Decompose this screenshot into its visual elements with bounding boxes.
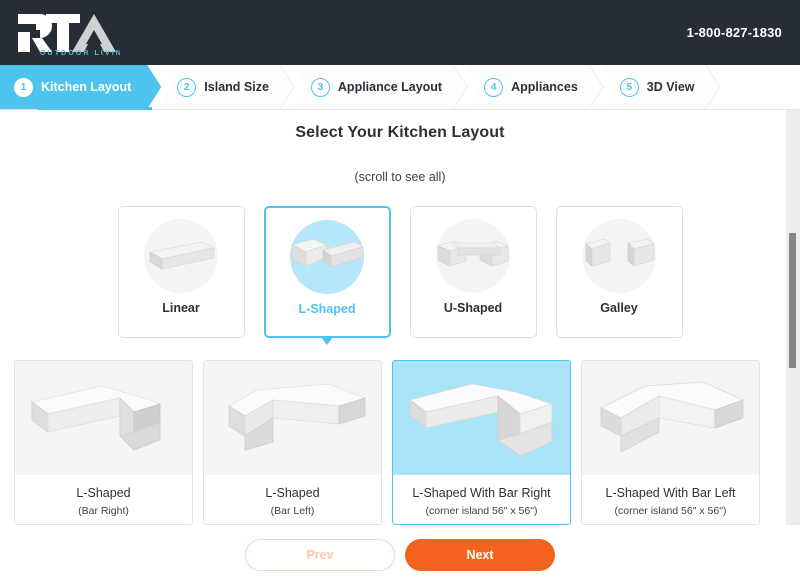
variant-thumbnail: [393, 361, 570, 475]
step-label: 3D View: [646, 80, 695, 94]
layout-type-card-l-shaped[interactable]: L-Shaped: [263, 206, 391, 345]
variant-name: L-Shaped With Bar Left: [605, 486, 736, 500]
scroll-hint: (scroll to see all): [354, 170, 446, 184]
linear-counter-icon: [149, 241, 216, 270]
layout-type-card-u-shaped[interactable]: U-Shaped: [409, 206, 537, 338]
variant-caption: L-Shaped With Bar Right (corner island 5…: [393, 475, 570, 524]
vertical-scrollbar[interactable]: [786, 110, 800, 525]
variant-card-l-shaped-bar-left[interactable]: L-Shaped (Bar Left): [203, 360, 382, 525]
main-content: Select Your Kitchen Layout (scroll to se…: [0, 110, 800, 585]
rta-outdoor-living-logo[interactable]: OUTDOOR LIVING: [16, 10, 120, 56]
layout-type-thumbnail: [557, 207, 682, 301]
layout-variant-list: L-Shaped (Bar Right) L-Shaped (Bar Left)…: [0, 338, 800, 525]
layout-type-card-linear[interactable]: Linear: [117, 206, 245, 338]
galley-counter-icon: [585, 238, 655, 267]
prev-button[interactable]: Prev: [245, 539, 395, 571]
page-title: Select Your Kitchen Layout: [295, 124, 505, 141]
next-button[interactable]: Next: [405, 539, 555, 571]
step-label: Kitchen Layout: [41, 80, 132, 94]
l-shaped-with-bar-right-icon: [408, 383, 553, 457]
layout-type-thumbnail: [411, 207, 536, 301]
variant-subtitle: (Bar Left): [270, 504, 315, 517]
selected-caret-icon: [321, 337, 333, 345]
site-header: OUTDOOR LIVING 1-800-827-1830: [0, 0, 800, 65]
variant-card-l-shaped-with-bar-left[interactable]: L-Shaped With Bar Left (corner island 56…: [581, 360, 760, 525]
u-shaped-counter-icon: [436, 240, 510, 267]
variant-thumbnail: [15, 361, 192, 475]
step-appliances[interactable]: 4 Appliances: [466, 65, 604, 109]
variant-caption: L-Shaped (Bar Left): [204, 475, 381, 524]
step-number-badge: 2: [177, 78, 196, 97]
variant-name: L-Shaped: [76, 486, 131, 500]
step-appliance-layout[interactable]: 3 Appliance Layout: [293, 65, 468, 109]
step-label: Island Size: [204, 80, 269, 94]
layout-type-label: U-Shaped: [443, 301, 503, 315]
phone-number[interactable]: 1-800-827-1830: [687, 25, 782, 40]
variant-card-l-shaped-bar-right[interactable]: L-Shaped (Bar Right): [14, 360, 193, 525]
step-3d-view[interactable]: 5 3D View: [602, 65, 721, 109]
layout-type-card-galley[interactable]: Galley: [555, 206, 683, 338]
step-number-badge: 5: [620, 78, 639, 97]
l-shaped-counter-icon: [291, 238, 364, 268]
wizard-footer: Prev Next: [0, 525, 800, 585]
step-number-badge: 3: [311, 78, 330, 97]
layout-type-label: Linear: [162, 301, 200, 315]
variant-thumbnail: [204, 361, 381, 475]
kitchen-configurator-app: OUTDOOR LIVING 1-800-827-1830 1 Kitchen …: [0, 0, 800, 585]
step-number-badge: 1: [14, 78, 33, 97]
variant-caption: L-Shaped With Bar Left (corner island 56…: [582, 475, 759, 524]
progress-stepper: 1 Kitchen Layout 2 Island Size 3 Applian…: [0, 65, 800, 110]
step-label: Appliances: [511, 80, 578, 94]
variant-name: L-Shaped With Bar Right: [412, 486, 551, 500]
variant-card-l-shaped-with-bar-right[interactable]: L-Shaped With Bar Right (corner island 5…: [392, 360, 571, 525]
variant-caption: L-Shaped (Bar Right): [15, 475, 192, 524]
variant-subtitle: (corner island 56" x 56"): [425, 504, 538, 517]
layout-type-label: Galley: [600, 301, 638, 315]
variant-thumbnail: [582, 361, 759, 475]
l-shaped-bar-right-icon: [30, 385, 161, 451]
variant-name: L-Shaped: [265, 486, 320, 500]
step-number-badge: 4: [484, 78, 503, 97]
logo-tagline-text: OUTDOOR LIVING: [40, 50, 120, 56]
variant-subtitle: (corner island 56" x 56"): [614, 504, 727, 517]
layout-type-thumbnail: [119, 207, 244, 301]
variant-subtitle: (Bar Right): [78, 504, 129, 517]
step-island-size[interactable]: 2 Island Size: [159, 65, 295, 109]
scrollbar-thumb[interactable]: [789, 233, 796, 368]
logo-mark-icon: OUTDOOR LIVING: [18, 13, 120, 56]
layout-type-list: Linear L-Shaped U-Shaped Galley: [0, 184, 800, 345]
layout-type-label: L-Shaped: [298, 302, 356, 316]
l-shaped-bar-left-icon: [227, 383, 366, 451]
layout-type-thumbnail: [266, 208, 389, 302]
step-kitchen-layout[interactable]: 1 Kitchen Layout: [0, 65, 161, 109]
l-shaped-with-bar-left-icon: [599, 381, 744, 453]
step-label: Appliance Layout: [337, 80, 443, 94]
